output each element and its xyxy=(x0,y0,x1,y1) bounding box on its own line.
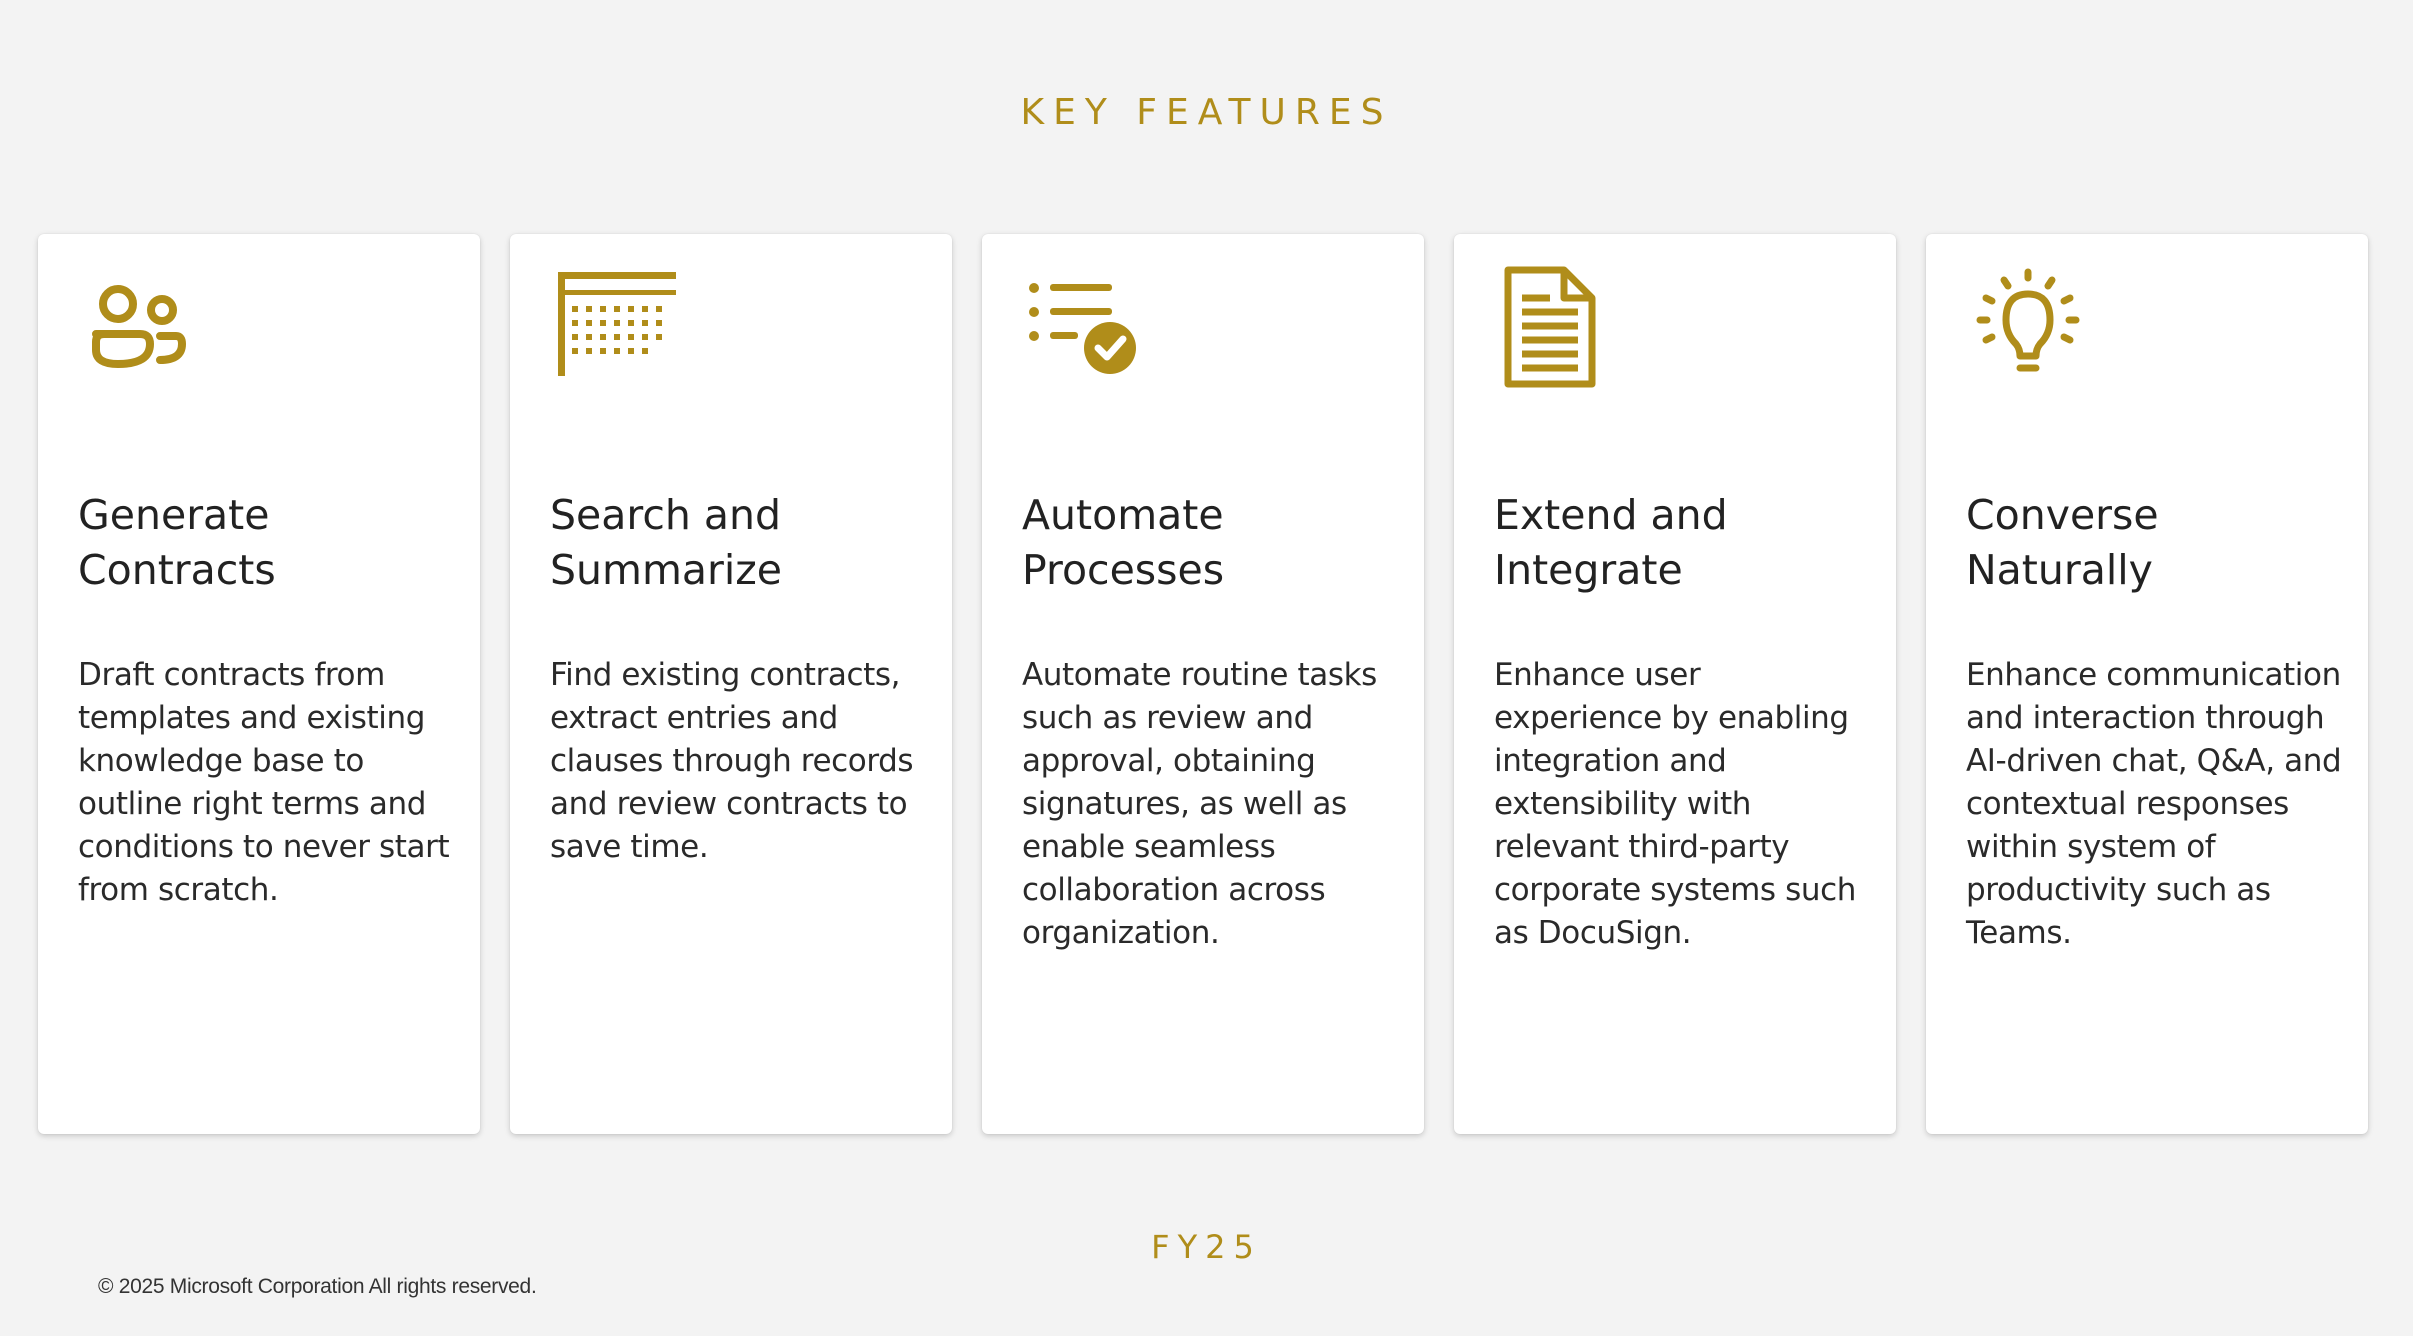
calendar-grid-icon xyxy=(550,264,690,404)
feature-card-search-summarize: Search and Summarize Find existing contr… xyxy=(510,234,952,1134)
feature-description: Draft contracts from templates and exist… xyxy=(78,657,450,908)
lightbulb-icon xyxy=(1966,264,2106,404)
feature-description: Enhance user experience by enabling inte… xyxy=(1494,657,1856,951)
feature-description: Enhance communication and interaction th… xyxy=(1966,657,2342,951)
feature-card-converse-naturally: Converse Naturally Enhance communication… xyxy=(1926,234,2368,1134)
feature-card-extend-integrate: Extend and Integrate Enhance user experi… xyxy=(1454,234,1896,1134)
checklist-icon xyxy=(1022,264,1162,404)
fiscal-year-label: FY25 xyxy=(1151,1228,1262,1266)
feature-title: Converse Naturally xyxy=(1966,491,2159,594)
people-icon xyxy=(78,264,218,404)
feature-card-automate-processes: Automate Processes Automate routine task… xyxy=(982,234,1424,1134)
page-title: KEY FEATURES xyxy=(1020,92,1393,133)
feature-cards: Generate Contracts Draft contracts from … xyxy=(38,234,2370,1134)
feature-title: Extend and Integrate xyxy=(1494,491,1728,594)
document-icon xyxy=(1494,264,1634,404)
feature-title: Search and Summarize xyxy=(550,491,783,594)
feature-card-generate-contracts: Generate Contracts Draft contracts from … xyxy=(38,234,480,1134)
feature-description: Automate routine tasks such as review an… xyxy=(1022,657,1377,951)
feature-title: Generate Contracts xyxy=(78,491,276,594)
feature-description: Find existing contracts, extract entries… xyxy=(550,657,914,865)
copyright-notice: © 2025 Microsoft Corporation All rights … xyxy=(98,1275,537,1298)
feature-title: Automate Processes xyxy=(1022,491,1225,594)
